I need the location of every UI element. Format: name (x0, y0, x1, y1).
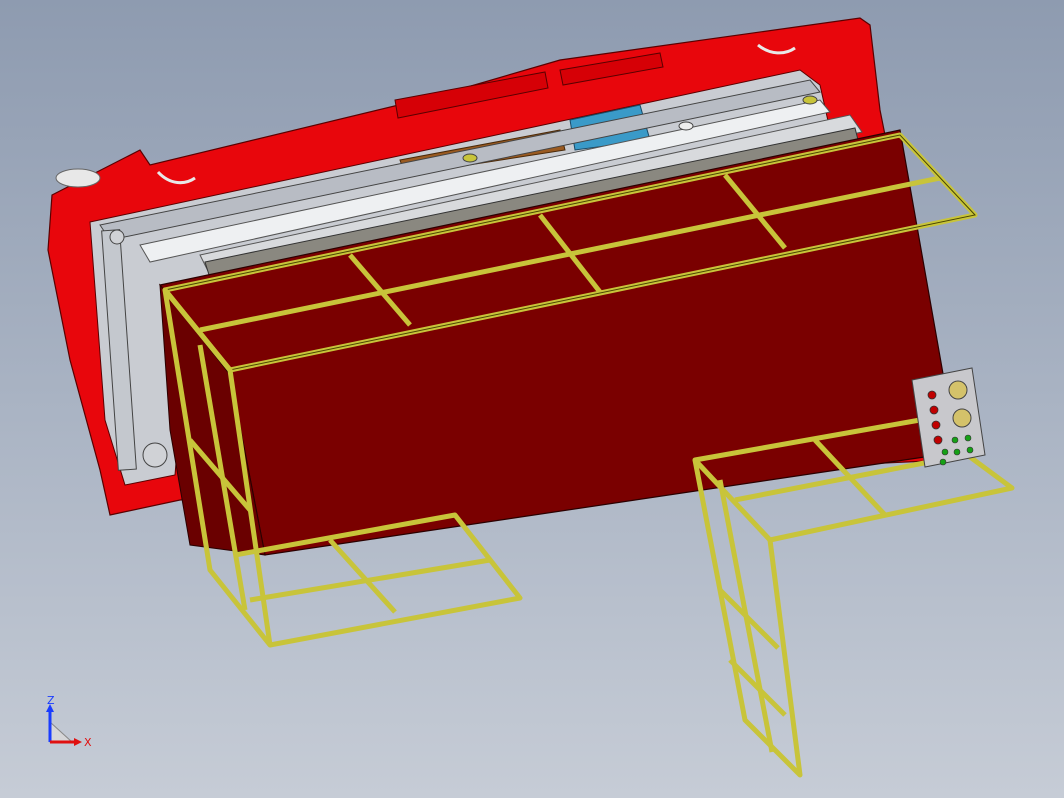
z-axis-label: Z (47, 696, 55, 707)
x-axis-label: X (84, 736, 92, 749)
control-box (911, 367, 986, 468)
cad-model-viewport[interactable] (0, 0, 1064, 798)
axis-triad: Z X (46, 696, 92, 749)
